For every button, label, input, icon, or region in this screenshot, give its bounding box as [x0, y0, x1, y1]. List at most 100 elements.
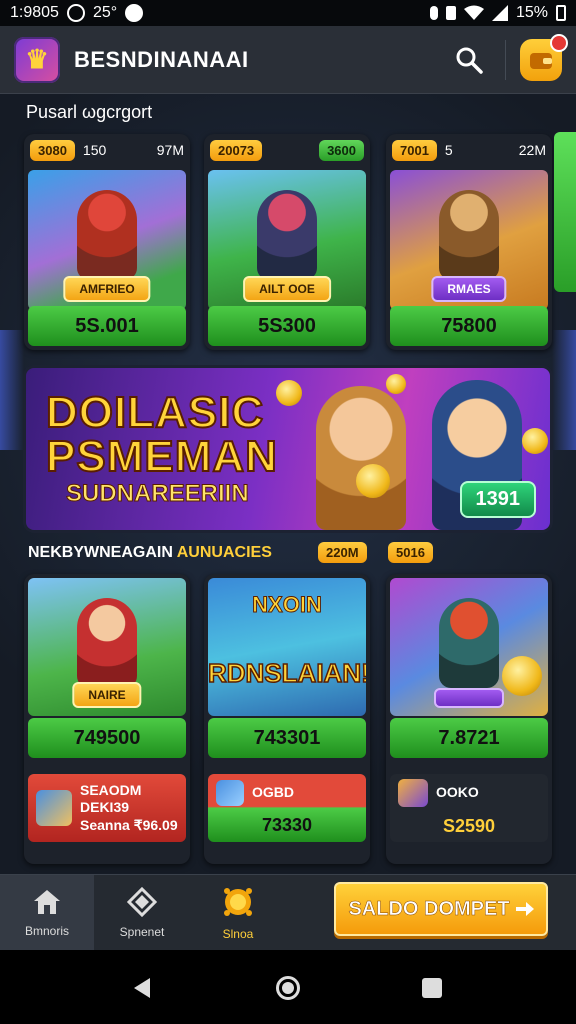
wallet-icon: [530, 52, 552, 69]
chat-icon: [125, 4, 144, 22]
coin-icon: [522, 428, 548, 454]
right-glow: [552, 330, 576, 450]
promo-banner[interactable]: DOILASIC PSMEMAN SUDNAREERIIN 1391: [26, 368, 550, 530]
cowboy-character: [316, 386, 406, 530]
mini-row: OGBD: [216, 779, 358, 806]
mini-price: 73330: [261, 814, 313, 835]
status-time: 1:9805: [10, 4, 59, 21]
mini-label: OGBD: [252, 784, 294, 800]
game-art: [390, 578, 548, 716]
nav-store[interactable]: Slnoa: [190, 875, 286, 951]
mini-thumb: [398, 778, 428, 807]
side-drawer-tab[interactable]: [554, 132, 576, 292]
game-card[interactable]: 7001 5 22M RMAES 75800: [386, 134, 552, 350]
card-price[interactable]: 5S.001: [28, 306, 186, 346]
card-price[interactable]: 743301: [208, 718, 366, 758]
section-title-accent: AUNUACIES: [176, 544, 272, 561]
coin-icon: [224, 888, 252, 916]
character-figure: [77, 190, 137, 280]
card-meta: 97M: [156, 142, 184, 158]
game-art: AMFRIEO: [28, 170, 186, 310]
game-card[interactable]: NXOIN RDNSLAIAN! 743301 OGBD 73330: [204, 574, 370, 864]
game-art: RMAES: [390, 170, 548, 310]
mini-row: OOKO: [398, 778, 540, 807]
card-meta: 22M: [518, 142, 546, 158]
back-icon[interactable]: [134, 978, 150, 998]
home-circle-icon[interactable]: [276, 976, 300, 1000]
section-title-popular: Pusarl ωgcrgort: [26, 102, 153, 122]
mini-line1: SEAODM: [80, 781, 142, 798]
battery-icon: [556, 5, 566, 21]
card-header: 20073 3600: [204, 134, 370, 166]
character-figure: [77, 598, 137, 688]
nav-sponsor-label: Spnenet: [119, 925, 165, 939]
mini-label: OOKO: [436, 784, 479, 800]
card-pill: 3080: [30, 139, 75, 161]
app-logo[interactable]: ♛: [14, 36, 60, 83]
game-card[interactable]: 20073 3600 AILT OOE 5S300: [204, 134, 370, 350]
recent-apps-icon[interactable]: [422, 978, 442, 998]
coin-icon: [502, 656, 542, 696]
battery-percent: 15%: [515, 4, 548, 21]
card-price[interactable]: 75800: [390, 306, 548, 346]
mini-line3: Seanna ₹96.09: [80, 816, 178, 833]
notification-badge: [550, 33, 568, 52]
character-figure: [257, 190, 317, 280]
left-glow: [0, 330, 24, 450]
mini-card[interactable]: OOKO S2590: [390, 774, 548, 842]
nav-home-label: Bmnoris: [24, 924, 69, 938]
wallet-button[interactable]: [520, 33, 568, 81]
mini-card[interactable]: OGBD 73330: [208, 774, 366, 842]
card-price[interactable]: 5S300: [208, 306, 366, 346]
header-divider: [505, 39, 506, 80]
card-pill: 20073: [210, 139, 263, 161]
wifi-icon: [463, 5, 484, 20]
card-header: 7001 5 22M: [386, 134, 552, 166]
card-tag: NAIRE: [72, 682, 142, 708]
signal-icon: [491, 5, 508, 21]
art-title-top: NXOIN: [252, 592, 323, 618]
game-art: NAIRE: [28, 578, 186, 716]
card-price[interactable]: 749500: [28, 718, 186, 758]
character-figure: [439, 190, 499, 280]
card-pill-green: 3600: [319, 139, 364, 161]
arrow-right-icon: [515, 902, 534, 916]
section-title-new: NEKBYWNEAGAIN AUNUACIES: [28, 544, 272, 562]
location-icon: [429, 6, 438, 20]
mini-line2: DEKI39: [80, 799, 130, 816]
status-temp: 25°: [92, 4, 118, 21]
status-bar: 1:9805 25° 15%: [0, 0, 576, 26]
section-pill: 5016: [388, 542, 433, 563]
mini-text: SEAODM DEKI39 Seanna ₹96.09: [80, 782, 178, 835]
nav-store-label: Slnoa: [222, 927, 254, 941]
card-pill: 7001: [392, 139, 437, 161]
search-button[interactable]: [447, 38, 491, 82]
saldo-dompet-button[interactable]: SALDO DOMPET: [334, 882, 548, 936]
banner-price[interactable]: 1391: [459, 481, 536, 518]
mini-price: S2590: [442, 815, 496, 836]
nav-sponsor[interactable]: Spnenet: [94, 875, 190, 951]
game-card[interactable]: 7.8721 OOKO S2590: [386, 574, 552, 864]
coin-icon: [356, 464, 390, 498]
card-meta: 5: [444, 142, 453, 158]
mini-card[interactable]: SEAODM DEKI39 Seanna ₹96.09: [28, 774, 186, 842]
section-title-main: NEKBYWNEAGAIN: [28, 544, 173, 561]
game-art: NXOIN RDNSLAIAN!: [208, 578, 366, 716]
box-icon: [127, 887, 157, 917]
banner-subtitle: SUDNAREERIIN: [66, 480, 250, 508]
art-title-main: RDNSLAIAN!: [208, 657, 366, 689]
banner-title-line1: DOILASIC: [45, 387, 265, 438]
nav-home[interactable]: Bmnoris: [0, 875, 94, 951]
card-price[interactable]: 7.8721: [390, 718, 548, 758]
card-tag: RMAES: [431, 276, 507, 302]
game-card[interactable]: 3080 150 97M AMFRIEO 5S.001: [24, 134, 190, 350]
game-card[interactable]: NAIRE 749500 SEAODM DEKI39 Seanna ₹96.09: [24, 574, 190, 864]
game-art: AILT OOE: [208, 170, 366, 310]
search-icon: [456, 47, 483, 74]
mini-thumb: [216, 779, 244, 806]
card-meta: 150: [82, 142, 107, 158]
mini-body: OOKO S2590: [398, 778, 540, 838]
coin-icon: [386, 374, 406, 394]
saldo-label: SALDO DOMPET: [348, 897, 510, 920]
vibrate-icon: [445, 6, 456, 20]
